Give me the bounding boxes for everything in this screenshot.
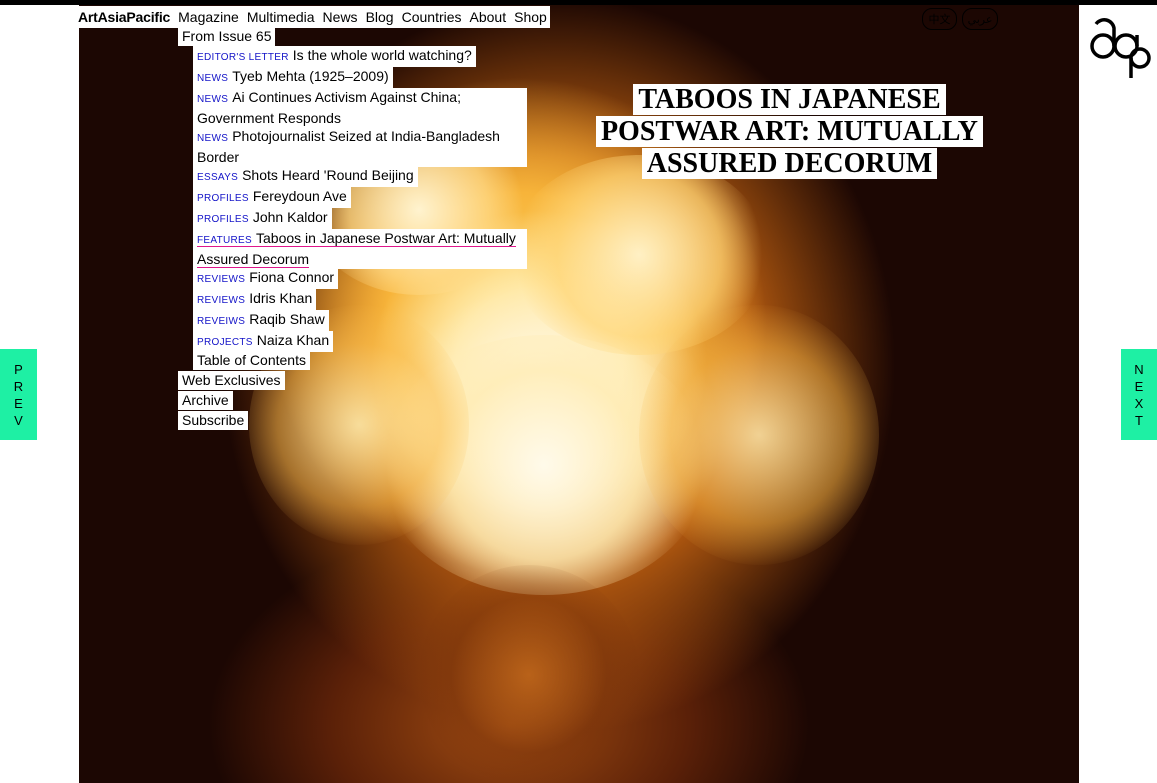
prev-letter: P bbox=[14, 361, 23, 377]
category-label: Reviews bbox=[197, 274, 246, 285]
next-letter: T bbox=[1135, 412, 1143, 428]
prev-letter: V bbox=[14, 412, 23, 428]
web-exclusives-link[interactable]: Web Exclusives bbox=[178, 371, 285, 390]
nav-link-magazine[interactable]: Magazine bbox=[178, 9, 239, 25]
prev-button[interactable]: P R E V bbox=[0, 349, 37, 440]
article-link-title: Idris Khan bbox=[249, 290, 313, 306]
nav-link-news[interactable]: News bbox=[323, 9, 358, 25]
menu-item[interactable]: Profiles Fereydoun Ave bbox=[193, 187, 351, 208]
menu-item[interactable]: News Photojournalist Seized at India-Bang… bbox=[193, 127, 527, 167]
archive-link[interactable]: Archive bbox=[178, 391, 233, 410]
menu-item[interactable]: Reviews Fiona Connor bbox=[193, 268, 339, 289]
nav-link-shop[interactable]: Shop bbox=[514, 9, 547, 25]
article-link-title: Is the whole world watching? bbox=[292, 47, 472, 63]
category-label: News bbox=[197, 94, 229, 105]
category-label: Projects bbox=[197, 337, 253, 348]
article-link-title: Fiona Connor bbox=[249, 269, 335, 285]
nav-link-blog[interactable]: Blog bbox=[366, 9, 394, 25]
article-link-title-cont: Assured Decorum bbox=[197, 251, 310, 268]
menu-item[interactable]: News Ai Continues Activism Against China;… bbox=[193, 88, 527, 128]
category-label: Profiles bbox=[197, 193, 249, 204]
nav-link-about[interactable]: About bbox=[470, 9, 507, 25]
nav-link-multimedia[interactable]: Multimedia bbox=[247, 9, 315, 25]
subscribe-link[interactable]: Subscribe bbox=[178, 411, 249, 430]
language-chinese-button[interactable]: 中文 bbox=[922, 8, 957, 30]
article-link-title: Photojournalist Seized at India-Banglade… bbox=[232, 128, 500, 144]
table-of-contents-link[interactable]: Table of Contents bbox=[193, 351, 310, 370]
menu-item[interactable]: Editor's Letter Is the whole world watchi… bbox=[193, 46, 476, 67]
cloud-puff bbox=[639, 305, 879, 565]
menu-item-active[interactable]: Features Taboos in Japanese Postwar Art: … bbox=[193, 229, 527, 269]
category-label: Features bbox=[197, 235, 252, 246]
nav-link-countries[interactable]: Countries bbox=[402, 9, 462, 25]
menu-item[interactable]: Projects Naiza Khan bbox=[193, 331, 334, 352]
category-label: Reveiws bbox=[197, 316, 246, 327]
menu-item[interactable]: Reviews Idris Khan bbox=[193, 289, 317, 310]
category-label: News bbox=[197, 73, 229, 84]
menu-item[interactable]: Essays Shots Heard 'Round Beijing bbox=[193, 166, 418, 187]
main-nav: ArtAsiaPacific Magazine Multimedia News … bbox=[78, 6, 550, 28]
next-letter: N bbox=[1134, 361, 1144, 377]
aap-logo-icon[interactable] bbox=[1086, 8, 1156, 78]
article-link-title-cont: Border bbox=[197, 149, 240, 165]
category-label: Reviews bbox=[197, 295, 246, 306]
active-link-line1: Features Taboos in Japanese Postwar Art: … bbox=[197, 230, 516, 247]
brand-link[interactable]: ArtAsiaPacific bbox=[78, 9, 170, 25]
issue-link[interactable]: From Issue 65 bbox=[178, 27, 276, 46]
article-link-title: Ai Continues Activism Against China; bbox=[232, 89, 461, 105]
article-link-title-cont: Government Responds bbox=[197, 110, 341, 126]
menu-item[interactable]: News Tyeb Mehta (1925–2009) bbox=[193, 67, 393, 88]
article-title: TABOOS IN JAPANESE POSTWAR ART: MUTUALLY… bbox=[592, 84, 987, 180]
category-label: Essays bbox=[197, 172, 239, 183]
article-link-title: Fereydoun Ave bbox=[252, 188, 347, 204]
article-link-title: Taboos in Japanese Postwar Art: Mutually bbox=[256, 230, 516, 246]
prev-letter: R bbox=[13, 378, 24, 394]
category-label: Editor's Letter bbox=[197, 52, 289, 63]
article-title-text: TABOOS IN JAPANESE POSTWAR ART: MUTUALLY… bbox=[595, 84, 984, 179]
article-link-title: Tyeb Mehta (1925–2009) bbox=[232, 68, 389, 84]
prev-letter: E bbox=[14, 395, 23, 411]
menu-item[interactable]: Profiles John Kaldor bbox=[193, 208, 332, 229]
cloud-stem bbox=[419, 565, 639, 783]
next-button[interactable]: N E X T bbox=[1121, 349, 1157, 440]
category-label: News bbox=[197, 133, 229, 144]
next-letter: E bbox=[1134, 378, 1144, 394]
article-link-title: Raqib Shaw bbox=[249, 311, 325, 327]
next-letter: X bbox=[1134, 395, 1144, 411]
category-label: Profiles bbox=[197, 214, 249, 225]
menu-item[interactable]: Reveiws Raqib Shaw bbox=[193, 310, 329, 331]
article-link-title: John Kaldor bbox=[252, 209, 328, 225]
article-link-title: Shots Heard 'Round Beijing bbox=[242, 167, 414, 183]
article-link-title: Naiza Khan bbox=[256, 332, 330, 348]
language-arabic-button[interactable]: عربي bbox=[962, 8, 998, 30]
